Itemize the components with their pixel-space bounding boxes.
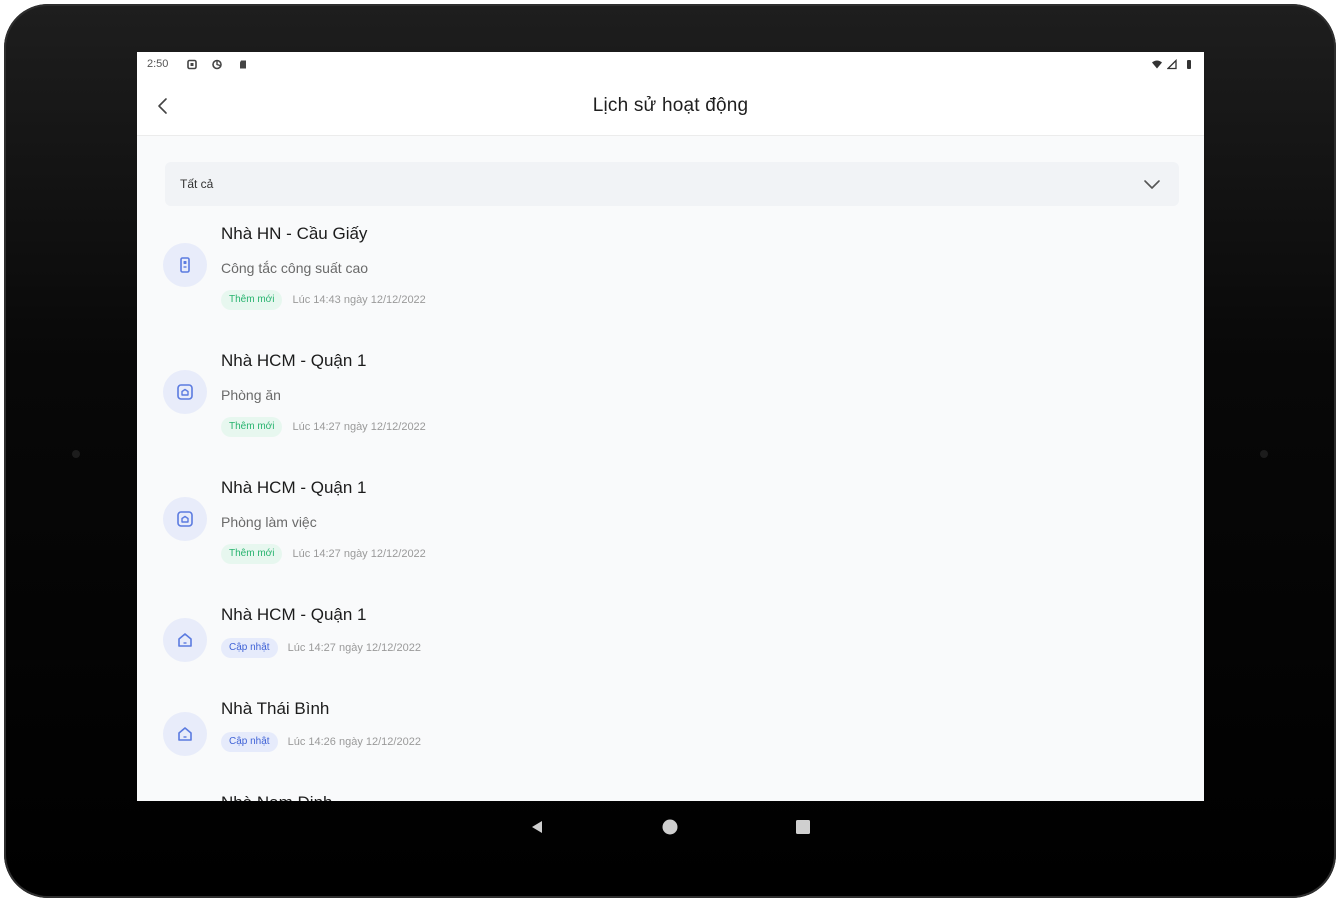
filter-selected-value: Tất cả xyxy=(180,177,214,191)
status-badge: Thêm mới xyxy=(221,544,283,564)
app-screen: 2:50 Lịch sử hoạt động Tất cả Nhà HN - C… xyxy=(137,52,1204,801)
activity-item[interactable]: Nhà HCM - Quận 1 Phòng ăn Thêm mới Lúc 1… xyxy=(137,345,1204,472)
status-badge: Thêm mới xyxy=(221,417,283,437)
status-badge: Thêm mới xyxy=(221,290,283,310)
sd-card-icon xyxy=(238,59,248,70)
status-badge: Cập nhật xyxy=(221,638,278,658)
activity-meta: Thêm mới Lúc 14:43 ngày 12/12/2022 xyxy=(221,290,426,310)
activity-title: Nhà Thái Bình xyxy=(221,699,330,718)
activity-subtitle: Công tắc công suất cao xyxy=(221,260,369,276)
activity-meta: Thêm mới Lúc 14:27 ngày 12/12/2022 xyxy=(221,417,426,437)
filter-dropdown[interactable]: Tất cả xyxy=(165,162,1179,206)
nav-recents-button[interactable] xyxy=(791,815,815,839)
activity-time: Lúc 14:43 ngày 12/12/2022 xyxy=(292,294,426,306)
app-bar: Lịch sử hoạt động xyxy=(137,78,1204,136)
activity-subtitle: Phòng làm việc xyxy=(221,514,317,530)
page-title: Lịch sử hoạt động xyxy=(592,95,749,116)
sensor-dot xyxy=(72,450,80,458)
activity-title: Nhà HCM - Quận 1 xyxy=(221,351,367,370)
room-icon xyxy=(163,497,207,541)
activity-subtitle: Phòng ăn xyxy=(221,387,281,403)
activity-title: Nhà HCM - Quận 1 xyxy=(221,605,367,624)
activity-time: Lúc 14:27 ngày 12/12/2022 xyxy=(292,548,426,560)
nav-home-button[interactable] xyxy=(658,815,682,839)
home-icon xyxy=(163,618,207,662)
activity-time: Lúc 14:27 ngày 12/12/2022 xyxy=(287,642,421,654)
activity-meta: Thêm mới Lúc 14:27 ngày 12/12/2022 xyxy=(221,544,426,564)
home-icon xyxy=(163,712,207,756)
activity-title: Nhà HCM - Quận 1 xyxy=(221,478,367,497)
activity-item[interactable]: Nhà Thái Bình Cập nhật Lúc 14:26 ngày 12… xyxy=(137,693,1204,787)
square-recents-icon xyxy=(796,820,810,834)
battery-icon xyxy=(1184,59,1194,70)
activity-time: Lúc 14:27 ngày 12/12/2022 xyxy=(292,421,426,433)
activity-title: Nhà HN - Cầu Giấy xyxy=(221,224,368,243)
activity-list: Nhà HN - Cầu Giấy Công tắc công suất cao… xyxy=(137,218,1204,801)
activity-meta: Cập nhật Lúc 14:27 ngày 12/12/2022 xyxy=(221,638,421,658)
triangle-back-icon xyxy=(532,821,542,833)
chevron-down-icon xyxy=(1144,180,1160,189)
switch-device-icon xyxy=(163,243,207,287)
activity-title: Nhà Nam Định xyxy=(221,793,333,801)
activity-item[interactable]: Nhà Nam Định xyxy=(137,787,1204,801)
activity-item[interactable]: Nhà HN - Cầu Giấy Công tắc công suất cao… xyxy=(137,218,1204,345)
notification-icon xyxy=(187,59,197,70)
activity-meta: Cập nhật Lúc 14:26 ngày 12/12/2022 xyxy=(221,732,421,752)
status-time: 2:50 xyxy=(147,58,169,70)
wifi-icon xyxy=(1152,59,1162,70)
signal-icon xyxy=(1167,59,1177,70)
sensor-dot xyxy=(1260,450,1268,458)
activity-item[interactable]: Nhà HCM - Quận 1 Cập nhật Lúc 14:27 ngày… xyxy=(137,599,1204,693)
status-bar: 2:50 xyxy=(137,52,1204,78)
status-badge: Cập nhật xyxy=(221,732,278,752)
nav-back-button[interactable] xyxy=(525,815,549,839)
system-nav-bar xyxy=(137,801,1204,853)
circle-home-icon xyxy=(662,819,678,835)
room-icon xyxy=(163,370,207,414)
sync-icon xyxy=(212,59,222,70)
activity-time: Lúc 14:26 ngày 12/12/2022 xyxy=(287,736,421,748)
activity-item[interactable]: Nhà HCM - Quận 1 Phòng làm việc Thêm mới… xyxy=(137,472,1204,599)
